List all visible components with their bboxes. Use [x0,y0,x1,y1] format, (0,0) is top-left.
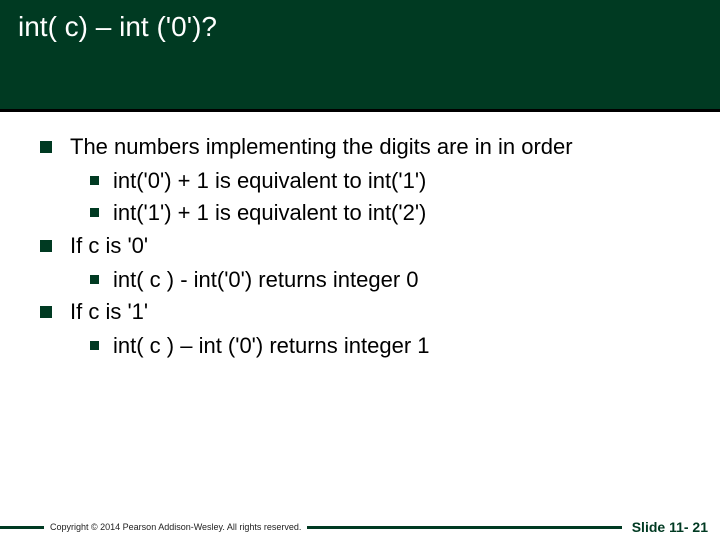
list-item: If c is '0' [40,231,690,261]
square-bullet-icon [40,240,52,252]
bullet-text: If c is '1' [70,297,690,327]
square-bullet-icon [40,306,52,318]
bullet-text: int( c ) - int('0') returns integer 0 [113,265,690,295]
slide: int( c) – int ('0')? The numbers impleme… [0,0,720,540]
bullet-text: int('1') + 1 is equivalent to int('2') [113,198,690,228]
title-bar: int( c) – int ('0')? [0,0,720,112]
square-bullet-icon [90,341,99,350]
slide-number: Slide 11- 21 [622,519,720,535]
bullet-text: int( c ) – int ('0') returns integer 1 [113,331,690,361]
list-item: int('1') + 1 is equivalent to int('2') [90,198,690,228]
bullet-text: int('0') + 1 is equivalent to int('1') [113,166,690,196]
footer-rule-right [307,526,621,529]
bullet-text: The numbers implementing the digits are … [70,132,690,162]
square-bullet-icon [90,208,99,217]
list-item: The numbers implementing the digits are … [40,132,690,162]
square-bullet-icon [90,275,99,284]
list-item: If c is '1' [40,297,690,327]
copyright-text: Copyright © 2014 Pearson Addison-Wesley.… [50,522,301,532]
bullet-text: If c is '0' [70,231,690,261]
slide-title: int( c) – int ('0')? [0,0,720,43]
list-item: int('0') + 1 is equivalent to int('1') [90,166,690,196]
slide-body: The numbers implementing the digits are … [40,132,690,364]
square-bullet-icon [40,141,52,153]
footer: Copyright © 2014 Pearson Addison-Wesley.… [0,514,720,540]
footer-rule-left [0,526,44,529]
list-item: int( c ) - int('0') returns integer 0 [90,265,690,295]
list-item: int( c ) – int ('0') returns integer 1 [90,331,690,361]
square-bullet-icon [90,176,99,185]
